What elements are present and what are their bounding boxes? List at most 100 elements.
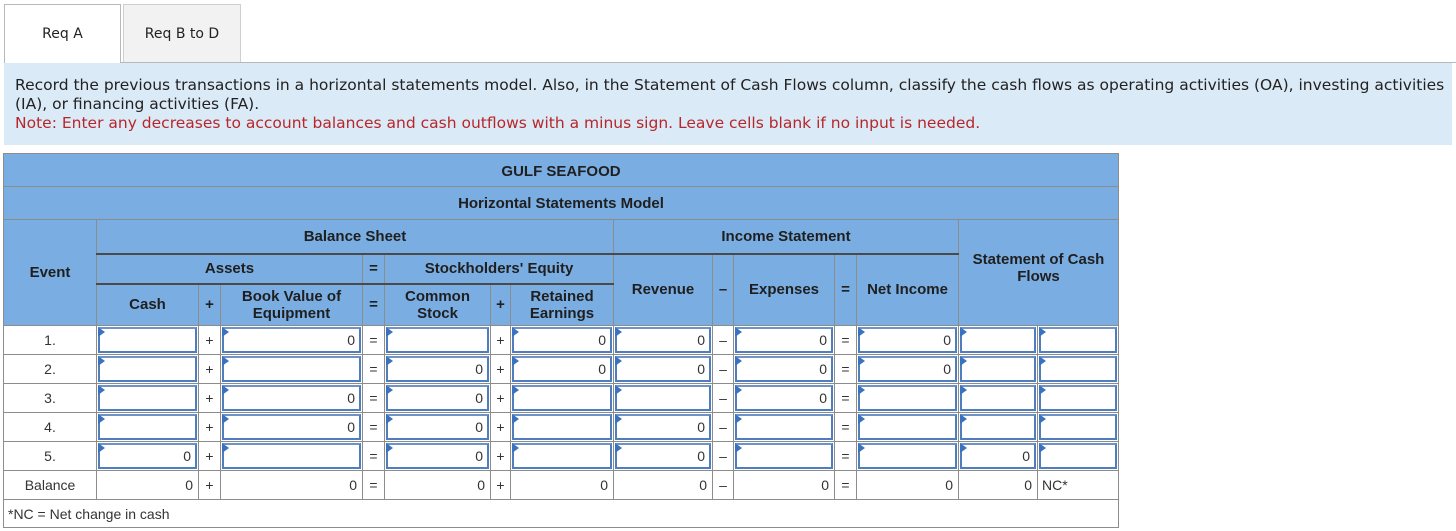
plus-sign: +	[490, 412, 511, 442]
equals-sign: =	[834, 383, 857, 413]
book-value-input[interactable]	[222, 356, 361, 382]
expenses-input-cell: 0	[733, 383, 835, 413]
cash-input[interactable]	[98, 327, 197, 353]
header-equals-sign: =	[362, 253, 385, 285]
input-marker-icon	[735, 414, 742, 424]
common-stock-input-cell	[384, 325, 491, 355]
common-stock-input[interactable]: 0	[386, 385, 489, 411]
tab-req-a[interactable]: Req A	[4, 4, 121, 63]
revenue-input[interactable]: 0	[615, 327, 711, 353]
retained-earnings-input[interactable]	[512, 443, 612, 469]
expenses-input-cell: 0	[733, 325, 835, 355]
net-income-input[interactable]	[858, 443, 957, 469]
minus-sign: –	[712, 383, 734, 413]
equals-sign: =	[362, 383, 385, 413]
retained-earnings-input-cell: 0	[510, 354, 614, 384]
table-row: 4. +0 = 0 +0– =	[3, 412, 1119, 442]
event-label: 3.	[3, 383, 97, 413]
equals-sign: =	[834, 325, 857, 355]
instructions-panel: Record the previous transactions in a ho…	[4, 63, 1452, 145]
cash-flow-classification-input[interactable]	[1039, 327, 1117, 353]
input-marker-icon	[735, 385, 742, 395]
cash-flow-amount-input[interactable]: 0	[960, 443, 1036, 469]
cash-flow-amount-input[interactable]	[960, 327, 1036, 353]
common-stock-input[interactable]: 0	[386, 356, 489, 382]
retained-earnings-input[interactable]	[512, 385, 612, 411]
expenses-input[interactable]: 0	[735, 356, 833, 382]
company-name: GULF SEAFOOD	[3, 153, 1119, 187]
input-marker-icon	[615, 385, 622, 395]
header-expenses: Expenses	[733, 253, 835, 326]
revenue-input[interactable]: 0	[615, 414, 711, 440]
input-marker-icon	[98, 327, 105, 337]
expenses-input[interactable]: 0	[735, 385, 833, 411]
plus-sign: +	[198, 325, 221, 355]
input-marker-icon	[615, 414, 622, 424]
plus-sign: +	[490, 441, 511, 471]
book-value-input[interactable]: 0	[222, 385, 361, 411]
cash-flow-amount-input-cell	[958, 354, 1038, 384]
input-marker-icon	[858, 327, 865, 337]
book-value-input[interactable]: 0	[222, 414, 361, 440]
input-marker-icon	[1039, 327, 1046, 337]
cash-flow-classification-input[interactable]	[1039, 414, 1117, 440]
event-label: Balance	[3, 470, 97, 500]
input-marker-icon	[960, 327, 967, 337]
net-income-input[interactable]: 0	[858, 327, 957, 353]
revenue-input[interactable]: 0	[615, 443, 711, 469]
retained-earnings-input[interactable]: 0	[512, 356, 612, 382]
header-revenue: Revenue	[613, 253, 713, 326]
book-value-input[interactable]: 0	[222, 327, 361, 353]
expenses-input[interactable]	[735, 443, 833, 469]
header-equals-sign: =	[362, 283, 385, 326]
net-income-input-cell	[856, 441, 959, 471]
cash-flow-amount-balance: 0	[958, 470, 1038, 500]
cash-flow-classification-input-cell	[1037, 441, 1119, 471]
plus-sign: +	[490, 383, 511, 413]
cash-flow-classification-input[interactable]	[1039, 356, 1117, 382]
cash-flow-amount-input[interactable]	[960, 385, 1036, 411]
cash-flow-amount-input[interactable]	[960, 414, 1036, 440]
header-minus-sign: –	[712, 253, 734, 326]
cash-input[interactable]	[98, 356, 197, 382]
expenses-input[interactable]	[735, 414, 833, 440]
revenue-input[interactable]	[615, 385, 711, 411]
input-marker-icon	[735, 356, 742, 366]
equals-sign: =	[362, 354, 385, 384]
common-stock-input[interactable]: 0	[386, 443, 489, 469]
revenue-input[interactable]: 0	[615, 356, 711, 382]
retained-earnings-input[interactable]	[512, 414, 612, 440]
cash-input[interactable]: 0	[98, 443, 197, 469]
cash-flow-amount-input[interactable]	[960, 356, 1036, 382]
header-assets: Assets	[96, 253, 363, 285]
book-value-input[interactable]	[222, 443, 361, 469]
expenses-input[interactable]: 0	[735, 327, 833, 353]
header-stockholders-equity: Stockholders' Equity	[384, 253, 614, 285]
input-marker-icon	[1039, 385, 1046, 395]
input-marker-icon	[222, 356, 229, 366]
input-marker-icon	[386, 356, 393, 366]
cash-input[interactable]	[98, 414, 197, 440]
net-income-input[interactable]	[858, 385, 957, 411]
net-income-input[interactable]: 0	[858, 356, 957, 382]
common-stock-input[interactable]: 0	[386, 414, 489, 440]
balance-row: Balance 0 +0 = 0 +0 0–0 = 0 0 NC*	[3, 470, 1119, 500]
plus-sign: +	[198, 412, 221, 442]
input-marker-icon	[386, 385, 393, 395]
common-stock-input-cell: 0	[384, 441, 491, 471]
cash-flow-classification-input[interactable]	[1039, 443, 1117, 469]
plus-sign: +	[198, 470, 221, 500]
net-income-input[interactable]	[858, 414, 957, 440]
retained-earnings-input[interactable]: 0	[512, 327, 612, 353]
input-marker-icon	[1039, 356, 1046, 366]
net-income-input-cell: 0	[856, 354, 959, 384]
header-balance-sheet: Balance Sheet	[96, 219, 614, 255]
tab-req-b-to-d[interactable]: Req B to D	[123, 4, 241, 62]
common-stock-input-cell: 0	[384, 383, 491, 413]
input-marker-icon	[98, 385, 105, 395]
common-stock-input[interactable]	[386, 327, 489, 353]
instructions-text: Record the previous transactions in a ho…	[15, 76, 1445, 113]
book-value-input-cell: 0	[220, 383, 363, 413]
cash-flow-classification-input[interactable]	[1039, 385, 1117, 411]
cash-input[interactable]	[98, 385, 197, 411]
